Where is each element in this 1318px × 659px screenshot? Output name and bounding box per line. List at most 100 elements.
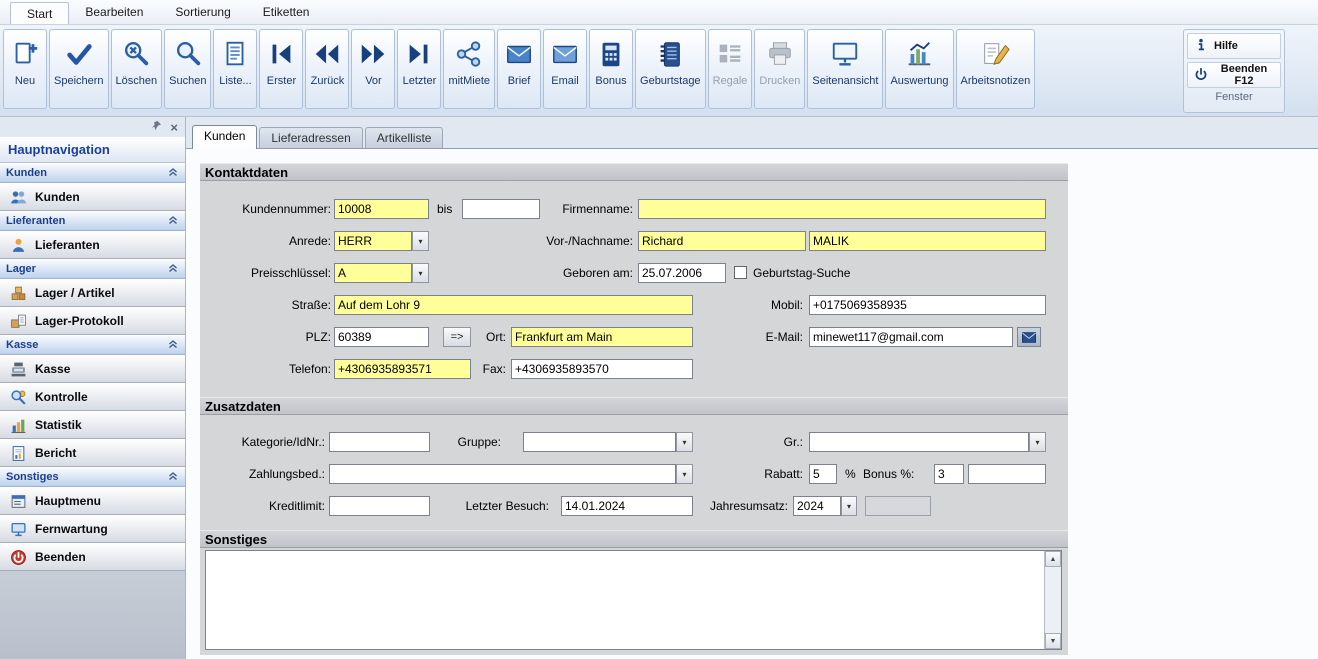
- geboren-am-label: Geboren am:: [503, 263, 633, 283]
- auswertung-button[interactable]: Auswertung: [885, 29, 953, 109]
- tab-kunden[interactable]: Kunden: [192, 125, 257, 149]
- tabbar: Kunden Lieferadressen Artikelliste: [186, 125, 1318, 149]
- send-email-button[interactable]: [1017, 327, 1041, 347]
- zurueck-button[interactable]: Zurück: [305, 29, 349, 109]
- group-label: Lieferanten: [6, 215, 65, 227]
- first-record-icon: [266, 35, 296, 73]
- menu-bearbeiten[interactable]: Bearbeiten: [69, 0, 159, 24]
- preisschluessel-input[interactable]: [334, 263, 412, 283]
- chevron-up-icon: [167, 338, 179, 353]
- jahresumsatz-input[interactable]: [793, 496, 841, 516]
- sidebar-group-kasse[interactable]: Kasse: [0, 335, 185, 355]
- memo-scrollbar[interactable]: ▲ ▼: [1044, 551, 1061, 649]
- item-label: Fernwartung: [35, 522, 108, 536]
- group-label: Lager: [6, 263, 36, 275]
- pin-icon[interactable]: [151, 120, 162, 134]
- vor-button[interactable]: Vor: [351, 29, 395, 109]
- scroll-up-icon[interactable]: ▲: [1045, 551, 1061, 567]
- sidebar-item-lager-artikel[interactable]: Lager / Artikel: [0, 279, 185, 307]
- sidebar-item-kasse[interactable]: Kasse: [0, 355, 185, 383]
- vorname-input[interactable]: [638, 231, 806, 251]
- email-button[interactable]: Email: [543, 29, 587, 109]
- beenden-f12-label: Beenden F12: [1214, 63, 1274, 87]
- chevron-up-icon: [167, 166, 179, 181]
- sidebar-item-statistik[interactable]: Statistik: [0, 411, 185, 439]
- email-label: E-Mail:: [673, 327, 803, 347]
- kategorie-input[interactable]: [329, 432, 430, 452]
- linked-nodes-icon: [454, 35, 484, 73]
- geburtstage-button[interactable]: Geburtstage: [635, 29, 706, 109]
- seitenansicht-button[interactable]: Seitenansicht: [807, 29, 883, 109]
- hilfe-button[interactable]: Hilfe: [1187, 33, 1281, 59]
- scroll-down-icon[interactable]: ▼: [1045, 633, 1061, 649]
- gruppe-input[interactable]: [523, 432, 676, 452]
- bonus-extra-input[interactable]: [968, 464, 1046, 484]
- sidebar-group-lieferanten[interactable]: Lieferanten: [0, 211, 185, 231]
- sidebar-item-bericht[interactable]: Bericht: [0, 439, 185, 467]
- sidebar-item-fernwartung[interactable]: Fernwartung: [0, 515, 185, 543]
- plz-input[interactable]: [334, 327, 429, 347]
- cash-register-icon: [9, 361, 27, 378]
- loeschen-button[interactable]: Löschen: [111, 29, 163, 109]
- geboren-am-input[interactable]: [638, 263, 726, 283]
- bonus-button[interactable]: Bonus: [589, 29, 633, 109]
- neu-button[interactable]: Neu: [3, 29, 47, 109]
- geburtstag-suche-checkbox[interactable]: [734, 266, 747, 279]
- liste-button[interactable]: Liste...: [213, 29, 257, 109]
- prozent-label: %: [845, 464, 859, 484]
- jahresumsatz-dropdown-arrow[interactable]: ▾: [841, 496, 857, 516]
- sidebar-item-hauptmenu[interactable]: Hauptmenu: [0, 487, 185, 515]
- sidebar-item-lieferanten[interactable]: Lieferanten: [0, 231, 185, 259]
- gr-input[interactable]: [809, 432, 1029, 452]
- sidebar-item-kontrolle[interactable]: Kontrolle: [0, 383, 185, 411]
- drucken-label: Drucken: [759, 75, 800, 87]
- loeschen-label: Löschen: [116, 75, 158, 87]
- rabatt-input[interactable]: [809, 464, 837, 484]
- strasse-input[interactable]: [334, 295, 693, 315]
- zahlungsbed-input[interactable]: [329, 464, 676, 484]
- sidebar-item-lager-protokoll[interactable]: Lager-Protokoll: [0, 307, 185, 335]
- kundennummer-input[interactable]: [334, 199, 429, 219]
- gruppe-dropdown-arrow[interactable]: ▾: [676, 432, 693, 452]
- menu-etiketten[interactable]: Etiketten: [247, 0, 326, 24]
- mitmiete-button[interactable]: mitMiete: [443, 29, 495, 109]
- email-input[interactable]: [809, 327, 1013, 347]
- firmenname-input[interactable]: [638, 199, 1046, 219]
- item-label: Hauptmenu: [35, 494, 101, 508]
- chevron-up-icon: [167, 214, 179, 229]
- brief-button[interactable]: Brief: [497, 29, 541, 109]
- speichern-button[interactable]: Speichern: [49, 29, 109, 109]
- arbeitsnotizen-button[interactable]: Arbeitsnotizen: [956, 29, 1036, 109]
- last-record-icon: [404, 35, 434, 73]
- sidebar-item-kunden[interactable]: Kunden: [0, 183, 185, 211]
- sidebar-group-lager[interactable]: Lager: [0, 259, 185, 279]
- sidebar-group-kunden[interactable]: Kunden: [0, 163, 185, 183]
- mobil-input[interactable]: [809, 295, 1046, 315]
- fax-input[interactable]: [511, 359, 693, 379]
- beenden-f12-button[interactable]: Beenden F12: [1187, 62, 1281, 88]
- sonstiges-textarea[interactable]: [206, 551, 1044, 649]
- suchen-button[interactable]: Suchen: [164, 29, 211, 109]
- bonus-prozent-label: Bonus %:: [863, 464, 923, 484]
- menu-start[interactable]: Start: [10, 2, 69, 24]
- preisschluessel-dropdown-arrow[interactable]: ▾: [412, 263, 429, 283]
- anrede-input[interactable]: [334, 231, 412, 251]
- anrede-dropdown-arrow[interactable]: ▾: [412, 231, 429, 251]
- tab-lieferadressen[interactable]: Lieferadressen: [259, 127, 362, 148]
- next-record-icon: [358, 35, 388, 73]
- gr-dropdown-arrow[interactable]: ▾: [1029, 432, 1046, 452]
- erster-button[interactable]: Erster: [259, 29, 303, 109]
- letzter-button[interactable]: Letzter: [397, 29, 441, 109]
- bonus-input[interactable]: [934, 464, 964, 484]
- nachname-input[interactable]: [809, 231, 1046, 251]
- sidebar-item-beenden[interactable]: Beenden: [0, 543, 185, 571]
- plz-transfer-button[interactable]: =>: [443, 327, 471, 347]
- tab-artikelliste[interactable]: Artikelliste: [365, 127, 444, 148]
- sidebar-group-sonstiges[interactable]: Sonstiges: [0, 467, 185, 487]
- ort-input[interactable]: [511, 327, 693, 347]
- telefon-input[interactable]: [334, 359, 471, 379]
- close-icon[interactable]: ×: [170, 121, 178, 134]
- menu-sortierung[interactable]: Sortierung: [159, 0, 246, 24]
- kreditlimit-input[interactable]: [329, 496, 430, 516]
- customers-icon: [9, 189, 27, 206]
